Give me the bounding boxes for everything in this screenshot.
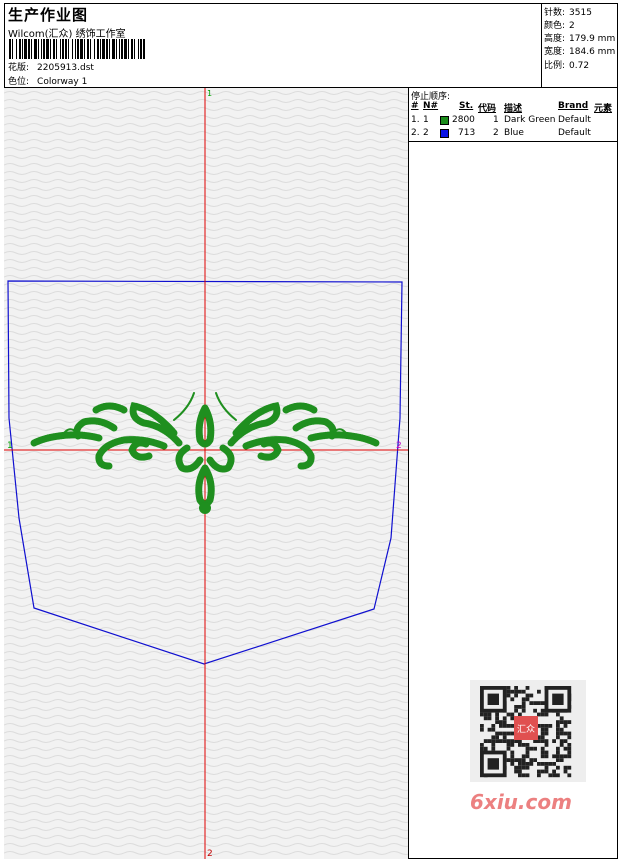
scale-stat: 比例: 0.72 — [544, 58, 589, 71]
design-canvas[interactable]: 1 2 1 2 — [4, 88, 409, 859]
row-description: Blue — [504, 128, 524, 138]
col-header-stitches: St. — [459, 101, 474, 111]
axis-label-bottom: 2 — [207, 849, 213, 859]
row-stitches: 2800 — [452, 115, 475, 125]
row-needle: 2 — [423, 128, 429, 138]
stitches-value: 3515 — [569, 8, 592, 18]
width-label: 宽度: — [544, 47, 566, 57]
row-brand: Default — [558, 115, 591, 125]
col-header-brand: Brand — [558, 101, 589, 111]
height-value: 179.9 mm — [569, 34, 616, 44]
row-index: 1. — [411, 115, 420, 125]
height-stat: 高度: 179.9 mm — [544, 31, 615, 44]
design-label: 花版: — [8, 63, 30, 73]
row-stitches: 713 — [458, 128, 476, 138]
colorway-value: Colorway 1 — [37, 77, 88, 87]
colors-stat: 颜色: 2 — [544, 18, 575, 31]
row-index: 2. — [411, 128, 420, 138]
design-drawing: 1 2 1 2 — [4, 88, 408, 859]
design-row: 花版: 2205913.dst — [8, 60, 94, 73]
scale-value: 0.72 — [569, 61, 590, 71]
table-row[interactable]: 1. 1 2800 1 Dark Green Default — [409, 115, 618, 128]
header-panel: 生产作业图 Wilcom(汇众) 绣饰工作室 花版: 2205913.dst 色位… — [4, 3, 542, 88]
axis-label-right: 2 — [396, 441, 402, 451]
height-label: 高度: — [544, 34, 566, 44]
colorway-row: 色位: Colorway 1 — [8, 74, 87, 87]
width-stat: 宽度: 184.6 mm — [544, 44, 615, 57]
company-name: Wilcom(汇众) 绣饰工作室 — [8, 29, 126, 40]
barcode-image — [9, 39, 145, 59]
qr-code-image: 汇众 — [470, 680, 586, 782]
col-header-description: 描述 — [504, 104, 523, 114]
row-needle: 1 — [423, 115, 429, 125]
page-title: 生产作业图 — [8, 6, 89, 24]
stop-sequence-panel: 停止顺序: # N# St. 代码 描述 Brand 元素 1. 1 2800 … — [409, 88, 618, 142]
row-code: 1 — [493, 115, 499, 125]
row-code: 2 — [493, 128, 499, 138]
axis-label-left: 1 — [7, 441, 13, 451]
row-description: Dark Green — [504, 115, 556, 125]
watermark-text: 6xiu.com — [470, 790, 572, 814]
color-swatch — [440, 129, 449, 138]
width-value: 184.6 mm — [569, 47, 616, 57]
colors-label: 颜色: — [544, 21, 566, 31]
design-value: 2205913.dst — [37, 63, 94, 73]
col-header-element: 元素 — [594, 104, 613, 114]
col-header-code: 代码 — [478, 104, 497, 114]
table-row[interactable]: 2. 2 713 2 Blue Default — [409, 128, 618, 141]
stats-panel: 针数: 3515 颜色: 2 高度: 179.9 mm 宽度: 184.6 mm 比例:… — [541, 3, 618, 88]
colors-value: 2 — [569, 21, 575, 31]
col-header-index: # — [411, 101, 419, 111]
svg-text:汇众: 汇众 — [517, 724, 535, 735]
stitches-label: 针数: — [544, 8, 566, 18]
axis-label-top: 1 — [207, 89, 212, 98]
row-brand: Default — [558, 128, 591, 138]
col-header-needle: N# — [423, 101, 439, 111]
color-swatch — [440, 116, 449, 125]
stitches-stat: 针数: 3515 — [544, 5, 592, 18]
scale-label: 比例: — [544, 61, 566, 71]
colorway-label: 色位: — [8, 77, 30, 87]
